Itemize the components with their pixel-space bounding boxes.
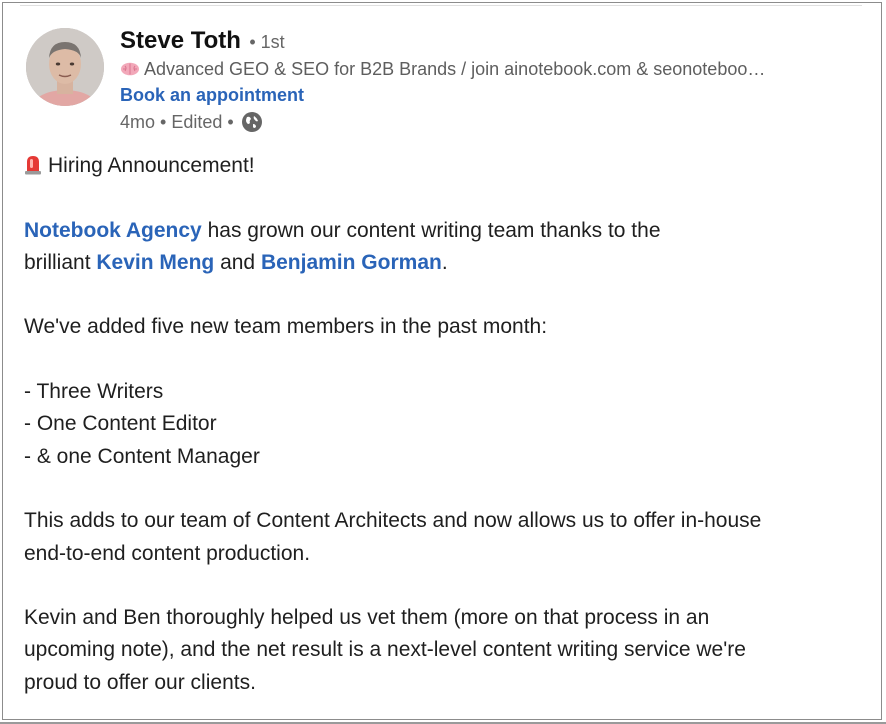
avatar-image [26, 28, 104, 106]
intro-text-3: and [214, 250, 261, 274]
author-headline-text: Advanced GEO & SEO for B2B Brands / join… [144, 59, 766, 79]
post-title-text: Hiring Announcement! [48, 154, 255, 177]
paragraph-added: We've added five new team members in the… [24, 315, 548, 339]
paragraph-intro-line-2: brilliant Kevin Meng and Benjamin Gorman… [24, 247, 864, 279]
team-list: - Three Writers - One Content Editor - &… [24, 376, 864, 473]
divider [20, 5, 862, 6]
intro-text-1: has grown our content writing team thank… [201, 218, 661, 242]
post-title: Hiring Announcement! [24, 150, 864, 182]
post-timestamp: 4mo • Edited • [120, 112, 234, 132]
paragraph-line: This adds to our team of Content Archite… [24, 509, 762, 533]
author-headline: Advanced GEO & SEO for B2B Brands / join… [120, 56, 840, 82]
author-meta: Steve Toth • 1st Advanced GEO & SEO for … [120, 26, 856, 136]
siren-icon [24, 153, 42, 175]
paragraph-architects: This adds to our team of Content Archite… [24, 505, 864, 570]
paragraph-intro: Notebook Agency has grown our content wr… [24, 215, 864, 280]
paragraph-intro-line-1: Notebook Agency has grown our content wr… [24, 215, 864, 247]
author-name[interactable]: Steve Toth [120, 27, 241, 54]
list-item: - & one Content Manager [24, 444, 260, 468]
book-appointment-link[interactable]: Book an appointment [120, 82, 304, 108]
brain-icon [120, 57, 140, 76]
post-body: Hiring Announcement! Notebook Agency has… [24, 150, 864, 699]
post-header: Steve Toth • 1st Advanced GEO & SEO for … [26, 26, 856, 138]
mention-benjamin-gorman[interactable]: Benjamin Gorman [261, 251, 442, 274]
list-item: - One Content Editor [24, 412, 217, 436]
paragraph-line: Kevin and Ben thoroughly helped us vet t… [24, 606, 710, 630]
mention-kevin-meng[interactable]: Kevin Meng [96, 251, 214, 274]
author-name-row: Steve Toth • 1st [120, 26, 856, 56]
paragraph-line: end-to-end content production. [24, 541, 311, 565]
paragraph-line: proud to offer our clients. [24, 670, 256, 694]
intro-text-2: brilliant [24, 250, 97, 274]
paragraph-line: upcoming note), and the net result is a … [24, 638, 746, 662]
connection-degree: • 1st [249, 32, 285, 52]
mention-notebook-agency[interactable]: Notebook Agency [24, 219, 202, 242]
globe-icon [241, 111, 263, 133]
list-item: - Three Writers [24, 380, 164, 404]
paragraph-vetting: Kevin and Ben thoroughly helped us vet t… [24, 602, 864, 699]
intro-text-4: . [441, 250, 448, 274]
post-timestamp-row: 4mo • Edited • [120, 108, 856, 136]
avatar[interactable] [26, 28, 104, 106]
